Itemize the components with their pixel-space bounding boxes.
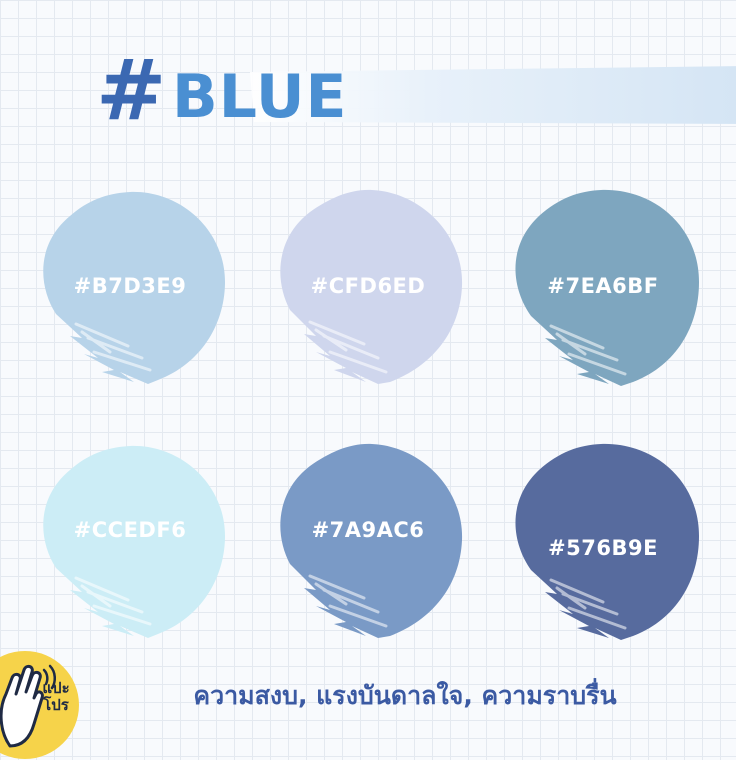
color-swatch: #7A9AC6 bbox=[268, 440, 468, 640]
header: # BLUE bbox=[96, 40, 736, 140]
hex-code-label: #576B9E bbox=[548, 536, 658, 560]
palette-page: { "header": { "hash": "#", "title": "BLU… bbox=[0, 0, 736, 759]
page-title: BLUE bbox=[172, 62, 348, 132]
brand-name: แปะ โปร bbox=[36, 680, 76, 714]
hex-code-label: #7EA6BF bbox=[547, 274, 659, 298]
hex-code-label: #CFD6ED bbox=[310, 274, 426, 298]
hex-code-label: #7A9AC6 bbox=[311, 518, 425, 542]
hex-code-label: #B7D3E9 bbox=[73, 274, 187, 298]
hash-symbol: # bbox=[96, 41, 167, 139]
brand-line-1: แปะ bbox=[42, 679, 70, 697]
color-swatch: #7EA6BF bbox=[503, 186, 703, 386]
color-swatch: #B7D3E9 bbox=[30, 186, 230, 386]
color-swatch: #576B9E bbox=[503, 440, 703, 640]
brand-line-2: โปร bbox=[43, 696, 69, 714]
hex-code-label: #CCEDF6 bbox=[73, 518, 187, 542]
color-swatch: #CFD6ED bbox=[268, 186, 468, 386]
color-swatch: #CCEDF6 bbox=[30, 440, 230, 640]
mood-description: ความสงบ, แรงบันดาลใจ, ความราบรื่น bbox=[193, 681, 617, 710]
